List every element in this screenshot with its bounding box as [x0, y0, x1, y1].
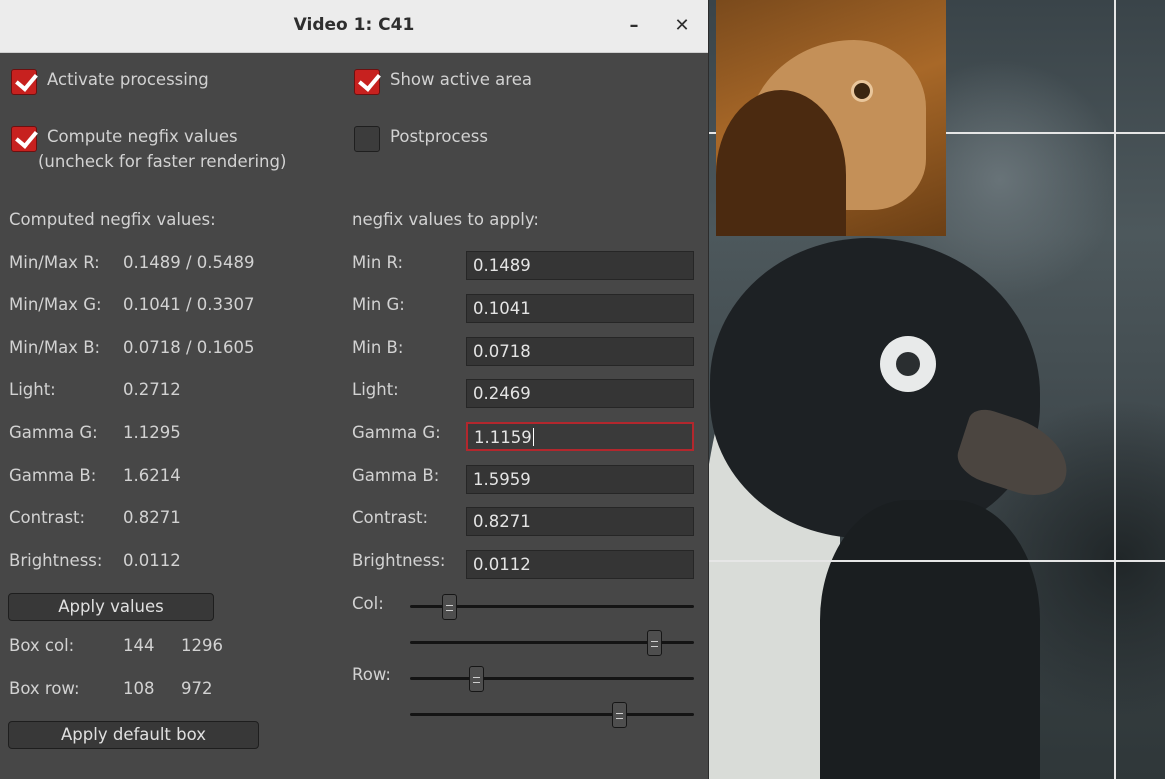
- brightness-input[interactable]: 0.0112: [466, 550, 694, 579]
- computed-value-contrast: 0.8271: [123, 508, 181, 527]
- apply-label-gamma-b: Gamma B:: [352, 466, 440, 485]
- computed-label-min-max-g: Min/Max G:: [9, 295, 102, 314]
- gamma-g-input-text: 1.1159: [474, 428, 532, 447]
- row-slider-label: Row:: [352, 665, 391, 684]
- thumbnail-preview: [716, 0, 946, 236]
- apply-label-brightness: Brightness:: [352, 551, 446, 570]
- apply-label-min-g: Min G:: [352, 295, 405, 314]
- box-row-start: 108: [123, 679, 155, 698]
- apply-label-min-r: Min R:: [352, 253, 404, 272]
- computed-value-min-max-b: 0.0718 / 0.1605: [123, 338, 255, 357]
- row-start-slider[interactable]: [410, 666, 694, 692]
- apply-label-light: Light:: [352, 380, 399, 399]
- box-col-start: 144: [123, 636, 155, 655]
- computed-label-contrast: Contrast:: [9, 508, 86, 527]
- activate-processing-label: Activate processing: [47, 70, 209, 89]
- apply-label-contrast: Contrast:: [352, 508, 429, 527]
- min-g-input[interactable]: 0.1041: [466, 294, 694, 323]
- min-r-input[interactable]: 0.1489: [466, 251, 694, 280]
- row-start-slider-handle[interactable]: [469, 666, 484, 692]
- active-area-line-right: [1114, 0, 1116, 779]
- contrast-input[interactable]: 0.8271: [466, 507, 694, 536]
- computed-value-gamma-b: 1.6214: [123, 466, 181, 485]
- apply-values-button[interactable]: Apply values: [8, 593, 214, 621]
- computed-label-gamma-b: Gamma B:: [9, 466, 97, 485]
- box-row-label: Box row:: [9, 679, 80, 698]
- activate-processing-checkbox[interactable]: [11, 69, 37, 95]
- postprocess-label: Postprocess: [390, 127, 488, 146]
- box-col-label: Box col:: [9, 636, 75, 655]
- computed-value-brightness: 0.0112: [123, 551, 181, 570]
- negfix-dialog: Video 1: C41 – ✕ Activate processing Sho…: [0, 0, 708, 779]
- computed-value-min-max-r: 0.1489 / 0.5489: [123, 253, 255, 272]
- penguin-eye: [896, 352, 920, 376]
- col-slider-label: Col:: [352, 594, 384, 613]
- computed-value-min-max-g: 0.1041 / 0.3307: [123, 295, 255, 314]
- compute-negfix-checkbox[interactable]: [11, 126, 37, 152]
- col-start-slider[interactable]: [410, 594, 694, 620]
- apply-label-min-b: Min B:: [352, 338, 404, 357]
- title-bar[interactable]: Video 1: C41 – ✕: [0, 0, 708, 53]
- light-input[interactable]: 0.2469: [466, 379, 694, 408]
- col-start-slider-handle[interactable]: [442, 594, 457, 620]
- compute-negfix-sublabel: (uncheck for faster rendering): [38, 152, 287, 171]
- minimize-button[interactable]: –: [620, 12, 648, 40]
- compute-negfix-label: Compute negfix values: [47, 127, 238, 146]
- computed-label-gamma-g: Gamma G:: [9, 423, 98, 442]
- text-caret: [532, 428, 534, 446]
- penguin-chest: [820, 500, 1040, 779]
- col-end-slider-handle[interactable]: [647, 630, 662, 656]
- gamma-g-input[interactable]: 1.1159: [466, 422, 694, 451]
- show-active-area-label: Show active area: [390, 70, 532, 89]
- box-col-end: 1296: [181, 636, 223, 655]
- gamma-b-input[interactable]: 1.5959: [466, 465, 694, 494]
- computed-heading: Computed negfix values:: [9, 210, 216, 229]
- apply-label-gamma-g: Gamma G:: [352, 423, 441, 442]
- min-b-input[interactable]: 0.0718: [466, 337, 694, 366]
- computed-label-min-max-b: Min/Max B:: [9, 338, 101, 357]
- computed-label-min-max-r: Min/Max R:: [9, 253, 100, 272]
- apply-heading: negfix values to apply:: [352, 210, 539, 229]
- box-row-end: 972: [181, 679, 213, 698]
- row-end-slider-handle[interactable]: [612, 702, 627, 728]
- active-area-line-bottom: [700, 560, 1165, 562]
- apply-default-box-button[interactable]: Apply default box: [8, 721, 259, 749]
- show-active-area-checkbox[interactable]: [354, 69, 380, 95]
- col-end-slider[interactable]: [410, 630, 694, 656]
- computed-value-gamma-g: 1.1295: [123, 423, 181, 442]
- thumbnail-eye: [851, 80, 873, 102]
- postprocess-checkbox[interactable]: [354, 126, 380, 152]
- window-title: Video 1: C41: [293, 15, 415, 35]
- row-end-slider[interactable]: [410, 702, 694, 728]
- computed-label-brightness: Brightness:: [9, 551, 103, 570]
- computed-label-light: Light:: [9, 380, 56, 399]
- computed-value-light: 0.2712: [123, 380, 181, 399]
- close-button[interactable]: ✕: [668, 12, 696, 40]
